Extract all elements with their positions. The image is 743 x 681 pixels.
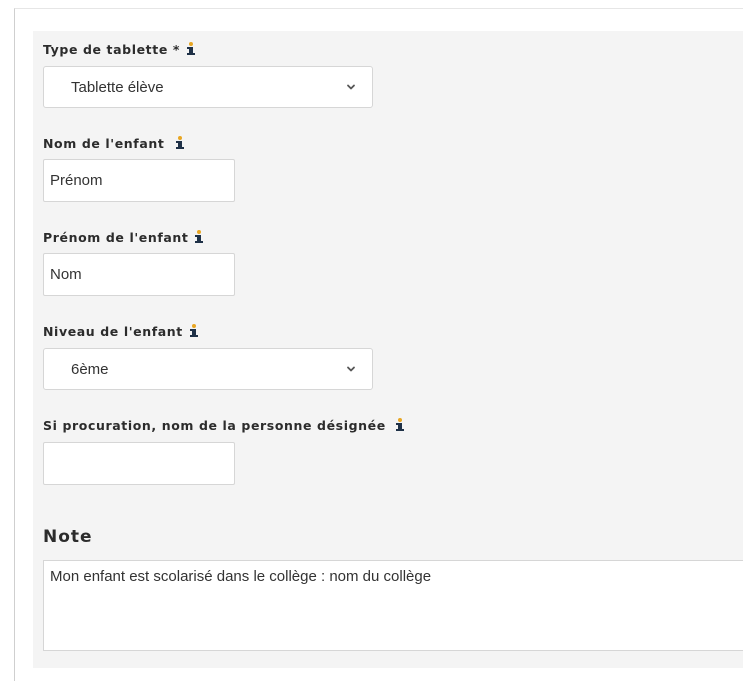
child-level-selected-value: 6ème bbox=[71, 361, 109, 378]
child-first-name-input[interactable] bbox=[43, 253, 235, 296]
note-textarea[interactable]: Mon enfant est scolarisé dans le collège… bbox=[43, 560, 743, 651]
child-level-select[interactable]: 6ème bbox=[43, 348, 373, 390]
child-first-name-label: Prénom de l'enfant bbox=[43, 229, 204, 245]
proxy-name-input[interactable] bbox=[43, 442, 235, 485]
tablet-type-select[interactable]: Tablette élève bbox=[43, 66, 373, 108]
note-heading: Note bbox=[43, 527, 93, 547]
child-last-name-label: Nom de l'enfant bbox=[43, 135, 185, 151]
chevron-down-icon bbox=[347, 366, 355, 372]
info-icon[interactable] bbox=[176, 136, 185, 150]
info-icon[interactable] bbox=[195, 230, 204, 244]
child-level-label: Niveau de l'enfant bbox=[43, 323, 198, 339]
tablet-type-selected-value: Tablette élève bbox=[71, 79, 164, 96]
info-icon[interactable] bbox=[395, 418, 404, 432]
tablet-type-label: Type de tablette * bbox=[43, 41, 195, 57]
chevron-down-icon bbox=[347, 84, 355, 90]
child-last-name-label-text: Nom de l'enfant bbox=[43, 135, 165, 151]
proxy-name-label: Si procuration, nom de la personne désig… bbox=[43, 417, 404, 433]
proxy-name-label-text: Si procuration, nom de la personne désig… bbox=[43, 417, 386, 433]
tablet-type-label-text: Type de tablette * bbox=[43, 41, 180, 57]
info-icon[interactable] bbox=[186, 42, 195, 56]
child-level-label-text: Niveau de l'enfant bbox=[43, 323, 183, 339]
child-last-name-input[interactable] bbox=[43, 159, 235, 202]
info-icon[interactable] bbox=[189, 324, 198, 338]
child-first-name-label-text: Prénom de l'enfant bbox=[43, 229, 189, 245]
